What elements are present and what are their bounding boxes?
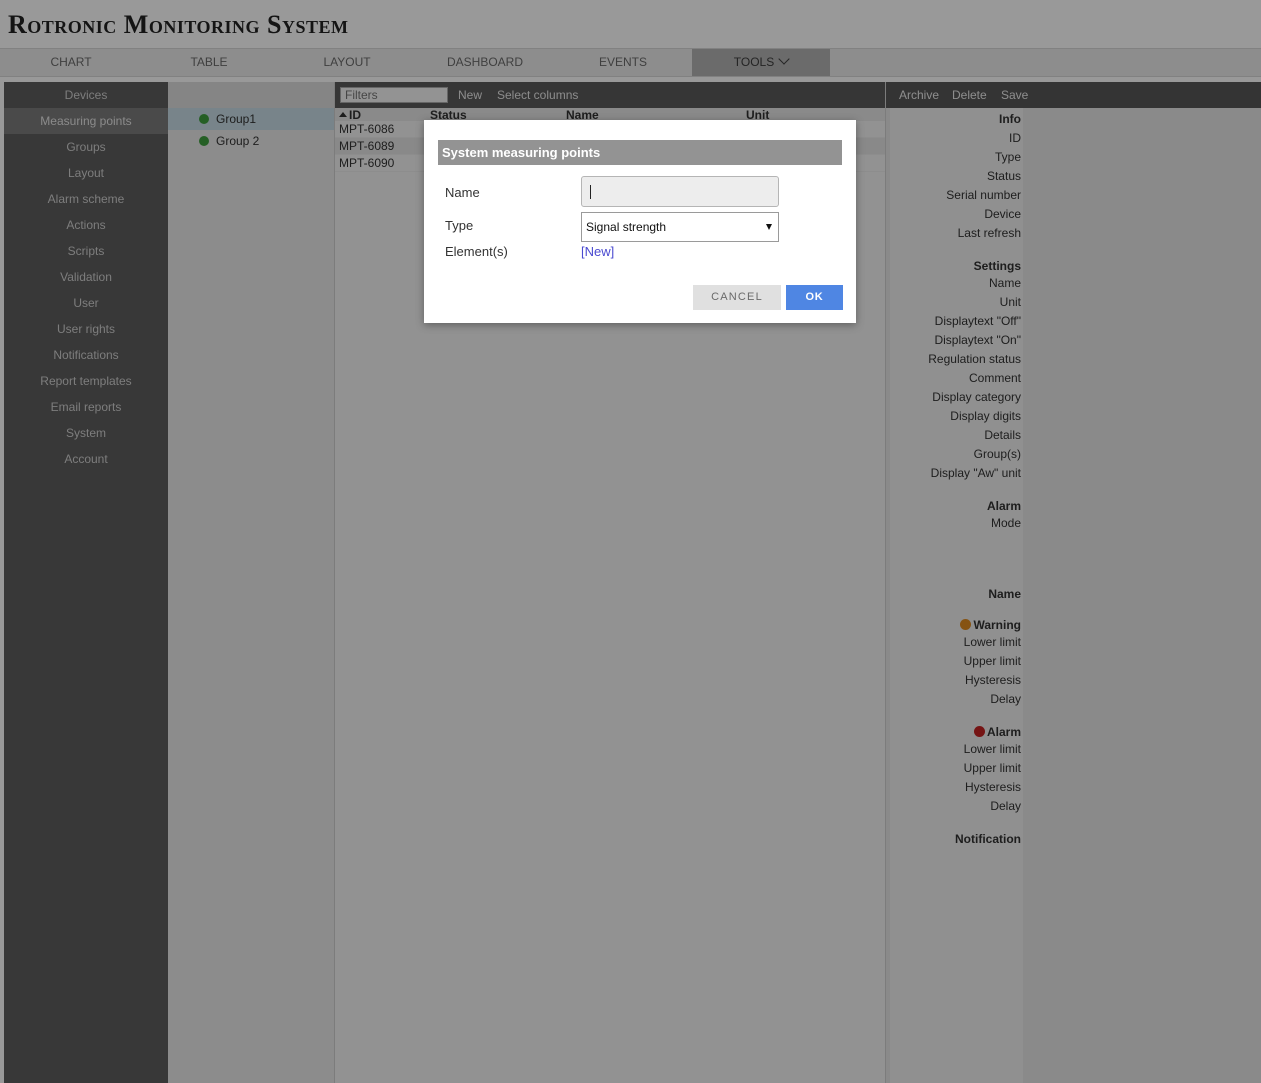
elements-label: Element(s) xyxy=(445,244,508,259)
name-input[interactable] xyxy=(581,176,779,207)
name-label: Name xyxy=(445,185,480,200)
type-label: Type xyxy=(445,218,474,233)
dropdown-arrow-icon xyxy=(766,224,772,230)
dialog-title: System measuring points xyxy=(438,140,842,165)
system-measuring-points-dialog: System measuring points Name Type Signal… xyxy=(424,120,856,323)
text-caret xyxy=(590,185,591,199)
ok-button[interactable]: OK xyxy=(786,285,843,310)
type-select-value: Signal strength xyxy=(586,220,667,234)
new-element-link[interactable]: [New] xyxy=(581,244,614,259)
type-select[interactable]: Signal strength xyxy=(581,212,779,242)
cancel-button[interactable]: CANCEL xyxy=(693,285,781,310)
